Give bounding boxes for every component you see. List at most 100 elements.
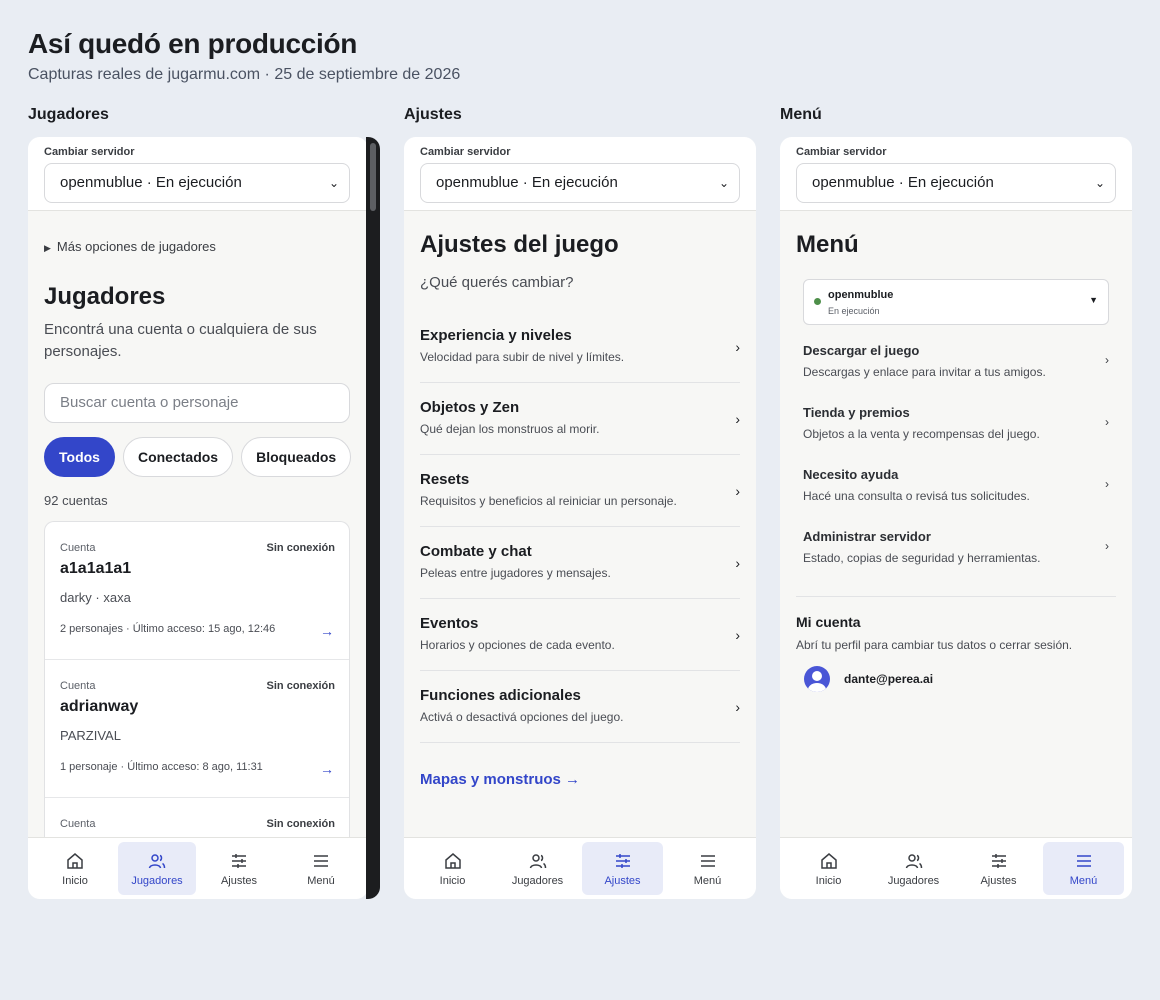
settings-item-experiencia[interactable]: Experiencia y niveles Velocidad para sub… (420, 311, 740, 383)
filter-chip-todos[interactable]: Todos (44, 437, 115, 477)
menu-item-descargar[interactable]: Descargar el juego Descargas y enlace pa… (803, 335, 1109, 397)
settings-list: Experiencia y niveles Velocidad para sub… (420, 311, 740, 743)
account-card[interactable]: Cuenta Sin conexión (45, 798, 349, 841)
arrow-right-icon[interactable]: → (320, 761, 334, 777)
chevron-right-icon: › (1105, 415, 1109, 429)
nav-label-menu: Menú (1069, 874, 1098, 887)
nav-item-menu[interactable]: Menú (1043, 842, 1124, 895)
my-account-title: Mi cuenta (796, 614, 861, 630)
settings-item-desc: Horarios y opciones de cada evento. (420, 638, 615, 652)
nav-item-jugadores[interactable]: Jugadores (497, 842, 578, 895)
hamburger-menu-icon (311, 851, 331, 871)
server-select-value: openmublue · En ejecución (812, 174, 994, 191)
server-switch-label: Cambiar servidor (796, 146, 887, 158)
settings-item-objetos[interactable]: Objetos y Zen Qué dejan los monstruos al… (420, 383, 740, 455)
server-select[interactable]: openmublue · En ejecución ⌄ (44, 163, 350, 203)
menu-item-title: Tienda y premios (803, 405, 910, 420)
chevron-down-icon: ⌄ (718, 176, 729, 190)
chevron-right-icon: › (735, 483, 740, 499)
server-switcher: Cambiar servidor openmublue · En ejecuci… (28, 137, 368, 211)
nav-item-ajustes[interactable]: Ajustes (958, 842, 1039, 895)
maps-monsters-link[interactable]: Mapas y monstruos → (420, 771, 580, 788)
scrollbar[interactable] (366, 137, 380, 899)
menu-item-desc: Hacé una consulta o revisá tus solicitud… (803, 489, 1030, 503)
players-description: Encontrá una cuenta o cualquiera de sus … (44, 321, 317, 360)
nav-label-ajustes: Ajustes (980, 874, 1017, 887)
home-icon (819, 851, 839, 871)
chevron-right-icon: › (735, 627, 740, 643)
nav-item-ajustes[interactable]: Ajustes (200, 842, 278, 895)
avatar (804, 666, 830, 692)
server-dropdown[interactable]: openmublue En ejecución ▼ (803, 279, 1109, 325)
scrollbar-thumb[interactable] (370, 143, 376, 211)
menu-item-title: Descargar el juego (803, 343, 920, 358)
bottom-navigation: Inicio Jugadores Ajustes Menú (404, 837, 756, 899)
users-icon (904, 851, 924, 871)
settings-item-desc: Velocidad para subir de nivel y límites. (420, 350, 625, 364)
account-status: Sin conexión (266, 542, 335, 554)
menu-item-ayuda[interactable]: Necesito ayuda Hacé una consulta o revis… (803, 459, 1109, 521)
chevron-right-icon: › (735, 699, 740, 715)
arrow-right-icon[interactable]: → (320, 623, 334, 639)
nav-item-inicio[interactable]: Inicio (412, 842, 493, 895)
player-filter-chips: Todos Conectados Bloqueados (44, 437, 352, 477)
settings-item-funciones[interactable]: Funciones adicionales Activá o desactivá… (420, 671, 740, 743)
hamburger-menu-icon (698, 851, 718, 871)
player-search-input[interactable]: Buscar cuenta o personaje (44, 383, 350, 423)
chevron-right-icon: › (1105, 353, 1109, 367)
server-select-value: openmublue · En ejecución (60, 174, 242, 191)
screenshot-menu: Cambiar servidor openmublue · En ejecuci… (780, 137, 1132, 899)
sliders-icon (989, 851, 1009, 871)
server-select-value: openmublue · En ejecución (436, 174, 618, 191)
menu-item-tienda[interactable]: Tienda y premios Objetos a la venta y re… (803, 397, 1109, 459)
chevron-right-icon: › (735, 411, 740, 427)
settings-item-combate[interactable]: Combate y chat Peleas entre jugadores y … (420, 527, 740, 599)
chevron-right-icon: › (1105, 477, 1109, 491)
filter-chip-conectados[interactable]: Conectados (122, 437, 234, 477)
account-card[interactable]: Cuenta Sin conexión a1a1a1a1 darky · xax… (45, 522, 349, 660)
nav-item-jugadores[interactable]: Jugadores (118, 842, 196, 895)
nav-label-inicio: Inicio (815, 874, 842, 887)
settings-item-title: Experiencia y niveles (420, 327, 572, 344)
account-status: Sin conexión (266, 680, 335, 692)
nav-item-menu[interactable]: Menú (667, 842, 748, 895)
server-switcher: Cambiar servidor openmublue · En ejecuci… (780, 137, 1132, 211)
account-card[interactable]: Cuenta Sin conexión adrianway PARZIVAL 1… (45, 660, 349, 798)
hamburger-menu-icon (1074, 851, 1094, 871)
nav-label-jugadores: Jugadores (511, 874, 564, 887)
home-icon (65, 851, 85, 871)
chevron-right-icon: › (735, 339, 740, 355)
more-player-options-toggle[interactable]: ▶ Más opciones de jugadores (44, 239, 216, 254)
users-icon (147, 851, 167, 871)
nav-item-jugadores[interactable]: Jugadores (873, 842, 954, 895)
menu-item-title: Necesito ayuda (803, 467, 899, 482)
chevron-right-icon: › (735, 555, 740, 571)
sliders-icon (613, 851, 633, 871)
settings-item-resets[interactable]: Resets Requisitos y beneficios al reinic… (420, 455, 740, 527)
settings-item-eventos[interactable]: Eventos Horarios y opciones de cada even… (420, 599, 740, 671)
nav-item-inicio[interactable]: Inicio (788, 842, 869, 895)
server-switch-label: Cambiar servidor (420, 146, 511, 158)
nav-item-ajustes[interactable]: Ajustes (582, 842, 663, 895)
screenshot-ajustes: Cambiar servidor openmublue · En ejecuci… (404, 137, 756, 899)
settings-title: Ajustes del juego (420, 231, 619, 258)
server-select[interactable]: openmublue · En ejecución ⌄ (796, 163, 1116, 203)
menu-item-desc: Estado, copias de seguridad y herramient… (803, 551, 1041, 565)
nav-item-inicio[interactable]: Inicio (36, 842, 114, 895)
user-profile-link[interactable]: dante@perea.ai (804, 666, 933, 692)
chevron-right-icon: › (1105, 539, 1109, 553)
server-switcher: Cambiar servidor openmublue · En ejecuci… (404, 137, 756, 211)
account-name: a1a1a1a1 (60, 560, 132, 577)
server-select[interactable]: openmublue · En ejecución ⌄ (420, 163, 740, 203)
menu-item-administrar[interactable]: Administrar servidor Estado, copias de s… (803, 521, 1109, 583)
filter-chip-bloqueados[interactable]: Bloqueados (241, 437, 352, 477)
account-meta: 1 personaje · Último acceso: 8 ago, 11:3… (60, 761, 263, 773)
menu-title: Menú (796, 231, 859, 258)
account-characters: darky · xaxa (60, 590, 131, 605)
settings-item-title: Resets (420, 471, 470, 488)
nav-item-menu[interactable]: Menú (282, 842, 360, 895)
bottom-navigation: Inicio Jugadores Ajustes Menú (28, 837, 368, 899)
settings-subtitle: ¿Qué querés cambiar? (420, 274, 574, 291)
menu-item-desc: Objetos a la venta y recompensas del jue… (803, 427, 1040, 441)
menu-list: Descargar el juego Descargas y enlace pa… (803, 335, 1109, 583)
